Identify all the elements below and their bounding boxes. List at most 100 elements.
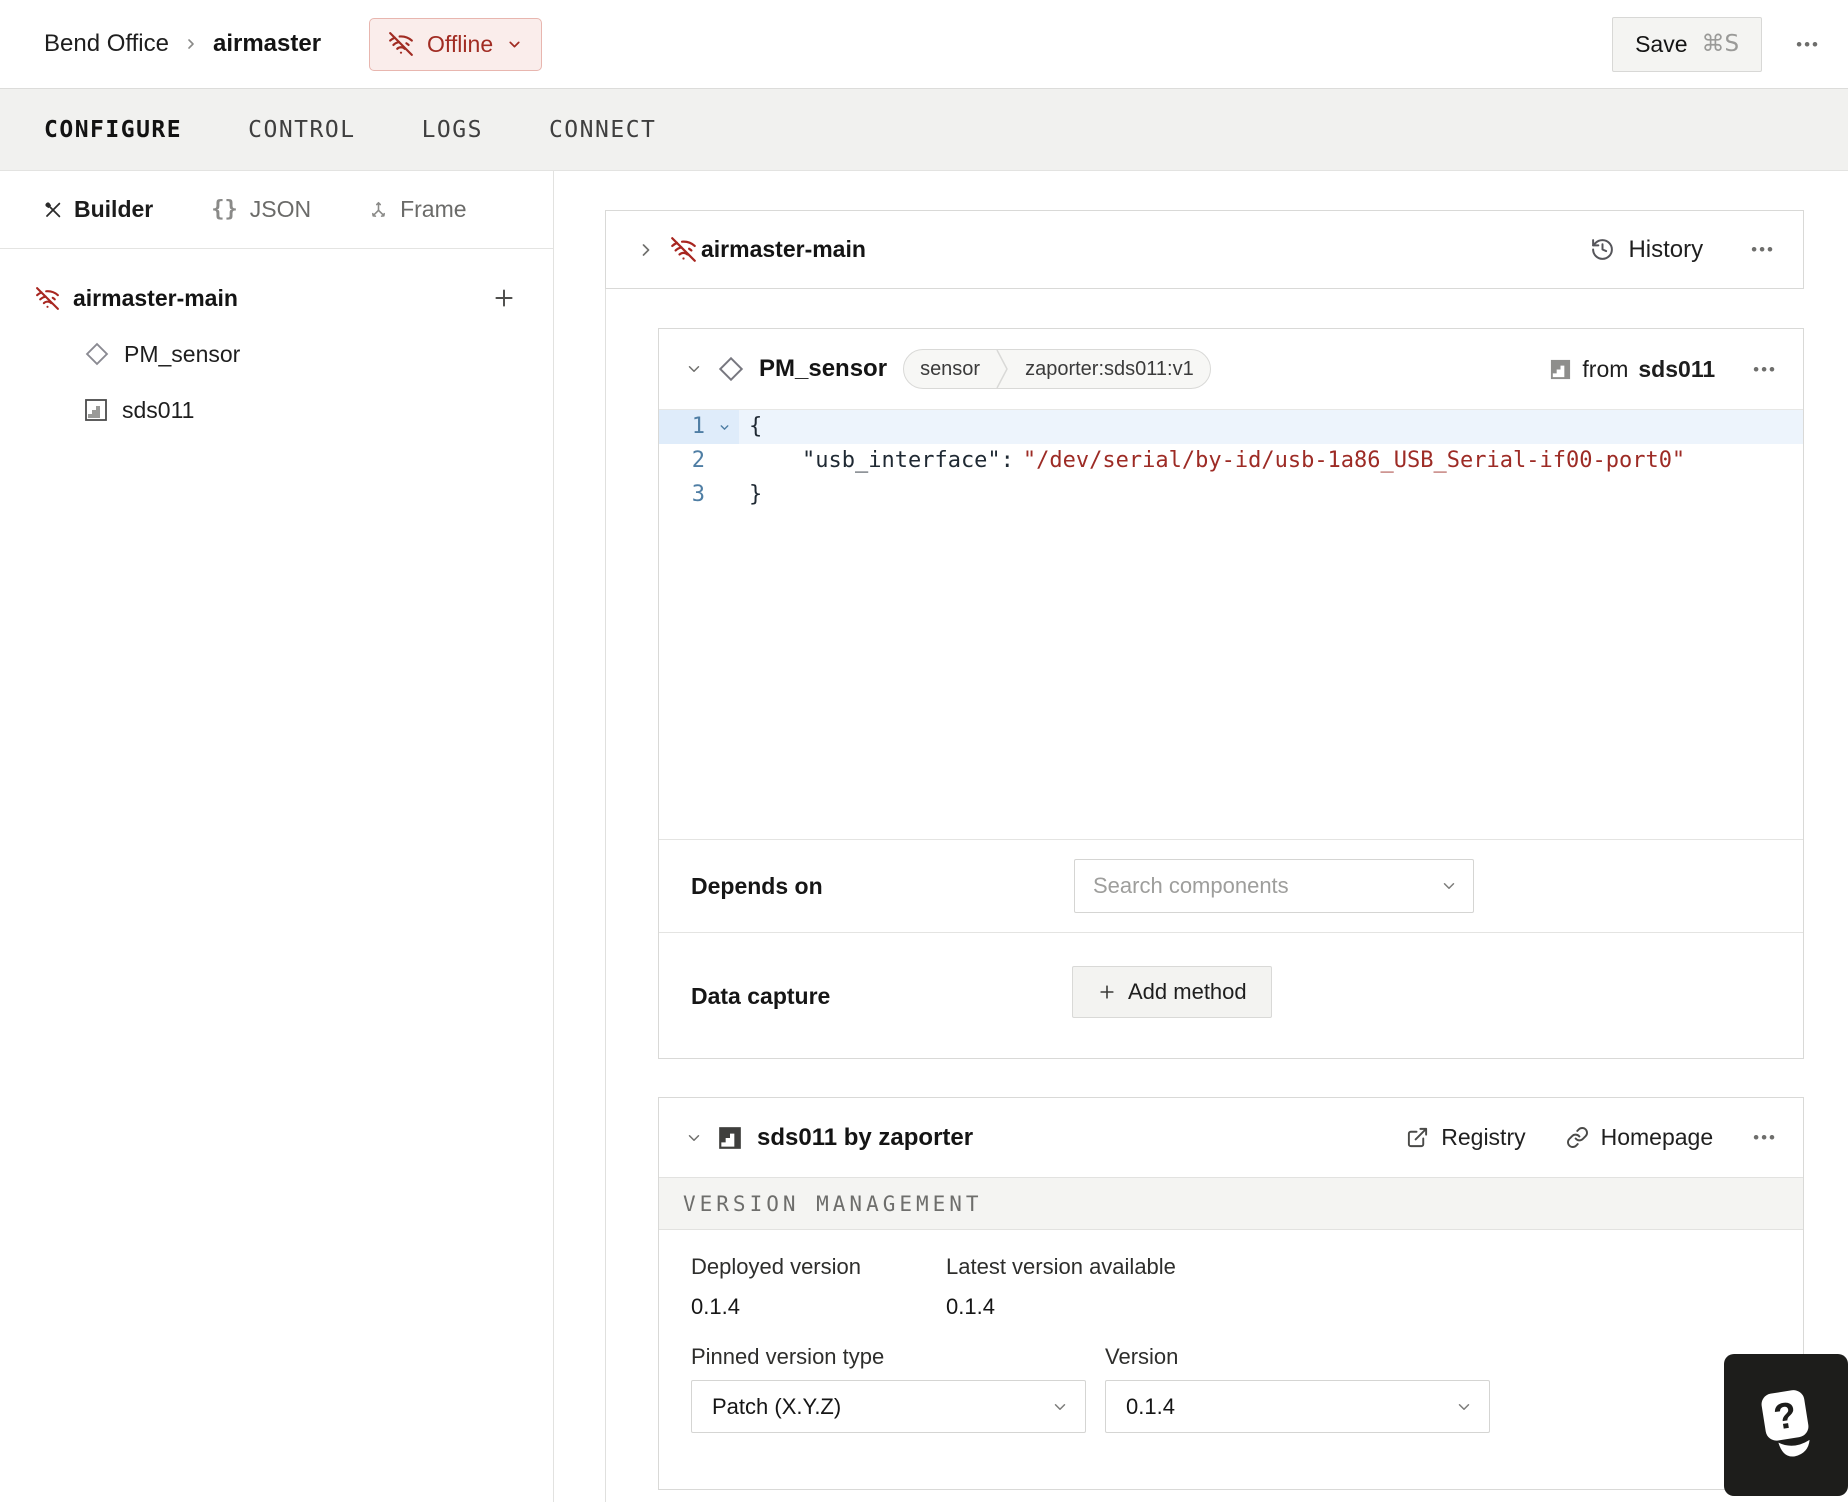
top-menu-button[interactable]: ••• (1796, 36, 1820, 53)
part-card: airmaster-main History ••• (605, 210, 1804, 289)
version-dropdown[interactable]: 0.1.4 (1105, 1380, 1490, 1433)
tree-item-part[interactable]: airmaster-main (0, 270, 553, 326)
component-tree: airmaster-main PM_sensor sds011 (0, 249, 553, 438)
code-text: "usb_interface": "/dev/serial/by-id/usb-1… (739, 444, 1685, 478)
chevron-right-icon[interactable] (636, 240, 656, 260)
depends-on-section: Depends on (659, 839, 1803, 932)
machine-config-page: Bend Office airmaster Offline Save ⌘S ••… (0, 0, 1848, 1502)
part-menu-button[interactable]: ••• (1751, 241, 1775, 258)
wifi-off-icon (36, 286, 59, 310)
fold-toggle[interactable] (709, 410, 739, 444)
breadcrumb-chevron-icon (188, 39, 194, 49)
json-value: "/dev/serial/by-id/usb-1a86_USB_Serial-i… (1022, 448, 1686, 473)
tree-item-sds011[interactable]: sds011 (0, 382, 553, 438)
add-method-button[interactable]: Add method (1072, 966, 1272, 1018)
module-actions: Registry Homepage ••• (1406, 1124, 1777, 1151)
component-menu-button[interactable]: ••• (1753, 361, 1777, 378)
code-line: 1 { (659, 410, 1803, 444)
history-button[interactable]: History (1590, 236, 1703, 264)
config-sidebar: Builder {} JSON Frame airmaster-main PM_… (0, 171, 554, 1502)
module-title: sds011 by zaporter (757, 1123, 974, 1151)
line-number: 1 (691, 414, 705, 439)
external-link-icon (1408, 1127, 1428, 1148)
plus-icon (1100, 985, 1114, 999)
view-builder-label: Builder (74, 196, 154, 222)
deployed-version-label: Deployed version (691, 1254, 861, 1279)
tab-configure[interactable]: CONFIGURE (44, 117, 182, 143)
registry-label: Registry (1441, 1124, 1526, 1150)
depends-on-select (1074, 859, 1474, 913)
chevron-down-icon (1458, 1404, 1470, 1410)
history-icon (1592, 239, 1614, 260)
save-button[interactable]: Save ⌘S (1612, 16, 1763, 72)
module-icon (1551, 359, 1571, 379)
attributes-code-editor[interactable]: 1 { 2 "usb_interface": "/dev/serial/by-id… (659, 409, 1803, 839)
from-prefix: from (1582, 355, 1629, 382)
breadcrumb: Bend Office airmaster (44, 30, 321, 58)
from-module[interactable]: from sds011 (1549, 356, 1715, 383)
add-method-label: Add method (1128, 979, 1247, 1004)
view-frame[interactable]: Frame (369, 196, 467, 223)
pinned-type-dropdown[interactable]: Patch (X.Y.Z) (691, 1380, 1086, 1433)
code-text: } (749, 482, 763, 507)
component-type-badge: sensor zaporter:sds011:v1 (903, 349, 1211, 389)
breadcrumb-machine: airmaster (212, 30, 322, 57)
top-bar-actions: Save ⌘S ••• (1612, 16, 1820, 72)
history-label: History (1628, 235, 1704, 263)
chevron-down-icon (720, 424, 728, 430)
module-header: sds011 by zaporter Registry Homepage ••• (659, 1098, 1803, 1177)
part-actions: History ••• (1590, 236, 1775, 264)
tree-item-pm-sensor[interactable]: PM_sensor (0, 326, 553, 382)
pin-dropdowns-row: Patch (X.Y.Z) 0.1.4 (691, 1380, 1771, 1433)
view-json[interactable]: {} JSON (211, 196, 311, 223)
link-icon (1566, 1127, 1588, 1148)
badge-model: zaporter:sds011:v1 (1025, 357, 1194, 380)
homepage-label: Homepage (1600, 1124, 1714, 1150)
homepage-link[interactable]: Homepage (1566, 1124, 1714, 1151)
latest-version-value: 0.1.4 (946, 1294, 995, 1319)
registry-link[interactable]: Registry (1406, 1124, 1526, 1151)
tab-logs[interactable]: LOGS (422, 117, 483, 143)
tree-part-label: airmaster-main (73, 284, 238, 311)
component-diamond-icon (85, 342, 109, 366)
line-number: 3 (691, 482, 705, 507)
tree-child-label: PM_sensor (124, 340, 241, 367)
version-values-row: 0.1.4 0.1.4 (691, 1294, 1771, 1320)
component-actions: from sds011 ••• (1549, 356, 1777, 383)
chevron-down-icon[interactable] (685, 1129, 703, 1147)
version-management-band: VERSION MANAGEMENT (659, 1177, 1803, 1230)
line-number: 2 (691, 448, 705, 473)
module-icon (85, 399, 107, 421)
deployed-version-value: 0.1.4 (691, 1294, 740, 1319)
add-component-button[interactable] (491, 285, 517, 311)
pinned-type-value: Patch (X.Y.Z) (712, 1393, 842, 1419)
plus-icon (495, 289, 513, 307)
tab-control[interactable]: CONTROL (248, 117, 355, 143)
data-capture-label: Data capture (691, 983, 831, 1009)
component-card: PM_sensor sensor zaporter:sds011:v1 from… (658, 328, 1804, 1059)
help-button[interactable]: ? (1724, 1354, 1848, 1496)
machine-status-dropdown[interactable]: Offline (369, 17, 543, 71)
top-bar: Bend Office airmaster Offline Save ⌘S ••… (0, 0, 1848, 88)
chevron-down-icon (509, 41, 520, 47)
pinned-type-label: Pinned version type (691, 1344, 885, 1369)
module-icon (719, 1126, 741, 1149)
view-switcher: Builder {} JSON Frame (0, 171, 553, 249)
version-management-title: VERSION MANAGEMENT (683, 1191, 983, 1216)
config-main: airmaster-main History ••• PM_sensor sen… (554, 171, 1848, 1502)
badge-type: sensor (920, 357, 981, 380)
tab-connect[interactable]: CONNECT (549, 117, 656, 143)
wifi-off-icon (389, 32, 413, 56)
search-components-input[interactable] (1074, 859, 1474, 913)
view-builder[interactable]: Builder (44, 196, 153, 223)
status-label: Offline (427, 30, 494, 57)
code-text: { (749, 414, 763, 439)
chevron-down-icon (1054, 1404, 1066, 1410)
module-card: sds011 by zaporter Registry Homepage •••… (658, 1097, 1804, 1490)
module-menu-button[interactable]: ••• (1753, 1129, 1777, 1146)
chevron-down-icon[interactable] (685, 360, 703, 378)
component-diamond-icon (718, 356, 744, 382)
breadcrumb-org[interactable]: Bend Office (44, 30, 169, 58)
component-title: PM_sensor (759, 355, 888, 382)
latest-version-label: Latest version available (946, 1254, 1176, 1279)
